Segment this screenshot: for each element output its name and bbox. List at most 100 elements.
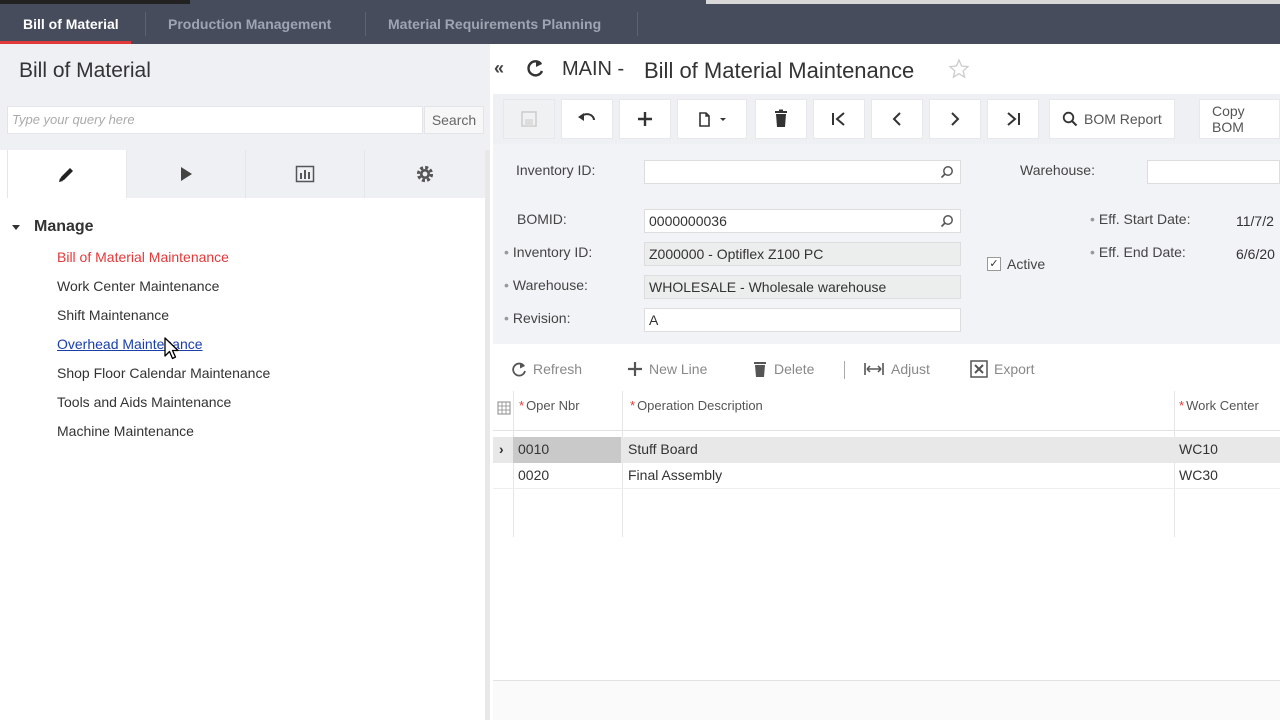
link-bill-of-material-maintenance[interactable]: Bill of Material Maintenance (57, 249, 229, 265)
clipboard-icon (699, 112, 726, 127)
save-button[interactable] (503, 99, 555, 139)
grid-toolbar: Refresh New Line Delete Adjust Export (493, 349, 1280, 389)
new-line-button[interactable]: New Line (627, 349, 707, 389)
tab-production-management[interactable]: Production Management (168, 4, 331, 44)
column-header-work-center[interactable]: * Work Center (1179, 398, 1259, 413)
tab-configuration[interactable] (364, 150, 485, 198)
column-header-oper-nbr[interactable]: * Oper Nbr (519, 398, 580, 413)
tab-label: Material Requirements Planning (388, 16, 602, 32)
column-header-label: Oper Nbr (526, 398, 580, 413)
tab-data-entry[interactable] (7, 150, 126, 198)
last-icon (1007, 112, 1020, 126)
inventory-id-filter-field[interactable] (644, 160, 961, 184)
eff-start-date-value[interactable]: 11/7/2 (1236, 213, 1274, 229)
section-label: Manage (34, 218, 94, 235)
eff-start-date-label-text: Eff. Start Date: (1098, 211, 1191, 227)
link-machine-maintenance[interactable]: Machine Maintenance (57, 423, 194, 439)
workspace-category-tabs (7, 150, 485, 198)
active-checkbox[interactable]: ✓ (987, 257, 1001, 271)
bomid-value: 0000000036 (649, 213, 727, 229)
form-toolbar: BOM Report Copy BOM (493, 94, 1280, 144)
inventory-id-filter-label: Inventory ID: (516, 162, 596, 178)
copy-bom-button[interactable]: Copy BOM (1199, 99, 1280, 139)
export-label: Export (994, 361, 1035, 377)
table-row[interactable]: › 0010 Stuff Board WC10 (493, 437, 1280, 463)
search-button[interactable]: Search (424, 106, 484, 134)
search-input[interactable]: Type your query here (7, 106, 423, 134)
export-button[interactable]: Export (970, 349, 1034, 389)
next-record-button[interactable] (929, 99, 981, 139)
section-manage[interactable]: Manage (12, 218, 94, 236)
link-work-center-maintenance[interactable]: Work Center Maintenance (57, 278, 219, 294)
trash-icon (775, 109, 787, 127)
grid-settings-icon[interactable] (497, 401, 511, 415)
undo-button[interactable] (561, 99, 613, 139)
warehouse-filter-field[interactable] (1147, 160, 1280, 184)
link-shop-floor-calendar-maintenance[interactable]: Shop Floor Calendar Maintenance (57, 365, 270, 381)
warehouse-filter-label: Warehouse: (1020, 162, 1095, 178)
cell-operation-description[interactable]: Final Assembly (628, 467, 722, 483)
grid-refresh-button[interactable]: Refresh (511, 349, 582, 389)
gear-icon (416, 165, 434, 183)
tab-inquiries[interactable] (245, 150, 364, 198)
inventory-id-label: • Inventory ID: (504, 244, 593, 260)
play-icon (181, 167, 192, 181)
revision-field[interactable]: A (644, 308, 961, 332)
eff-end-date-value[interactable]: 6/6/20 (1236, 246, 1275, 262)
left-navigation-panel: Bill of Material Type your query here Se… (0, 44, 490, 720)
inventory-id-label-text: Inventory ID: (512, 244, 593, 260)
tab-material-requirements-planning[interactable]: Material Requirements Planning (388, 4, 601, 44)
link-overhead-maintenance[interactable]: Overhead Maintenance (57, 336, 203, 352)
delete-button[interactable] (755, 99, 807, 139)
tab-processes[interactable] (126, 150, 245, 198)
column-header-label: Operation Description (637, 398, 763, 413)
copy-paste-button[interactable] (677, 99, 747, 139)
table-row[interactable]: 0020 Final Assembly WC30 (493, 463, 1280, 489)
previous-record-button[interactable] (871, 99, 923, 139)
copy-bom-label: Copy BOM (1212, 103, 1245, 135)
eff-start-date-label: • Eff. Start Date: (1090, 211, 1191, 227)
undo-icon (578, 113, 595, 121)
site-map-selector[interactable]: MAIN - (562, 58, 624, 81)
column-header-label: Work Center (1186, 398, 1259, 413)
bom-report-button[interactable]: BOM Report (1049, 99, 1175, 139)
bom-report-label: BOM Report (1084, 111, 1162, 127)
grid-delete-label: Delete (774, 361, 815, 377)
chart-icon (295, 165, 315, 183)
grid-delete-button[interactable]: Delete (752, 349, 814, 389)
refresh-icon[interactable] (525, 58, 545, 80)
bomid-field[interactable]: 0000000036 (644, 209, 961, 233)
warehouse-field: WHOLESALE - Wholesale warehouse (644, 275, 961, 299)
grid-pager (493, 680, 1280, 720)
plus-icon (638, 112, 652, 126)
tab-bill-of-material[interactable]: Bill of Material (0, 4, 131, 44)
revision-label: • Revision: (504, 310, 571, 326)
cell-operation-description[interactable]: Stuff Board (628, 441, 698, 457)
link-shift-maintenance[interactable]: Shift Maintenance (57, 307, 169, 323)
first-record-button[interactable] (813, 99, 865, 139)
toolbar-divider (844, 361, 845, 379)
pencil-icon (59, 168, 73, 182)
cell-work-center[interactable]: WC10 (1179, 441, 1218, 457)
link-tools-and-aids-maintenance[interactable]: Tools and Aids Maintenance (57, 394, 231, 410)
warehouse-label: • Warehouse: (504, 277, 588, 293)
eff-end-date-label: • Eff. End Date: (1090, 244, 1186, 260)
cell-oper-nbr[interactable]: 0020 (518, 467, 549, 483)
module-tabs-bar: Bill of Material Production Management M… (0, 0, 1280, 44)
new-line-label: New Line (649, 361, 708, 377)
adjust-button[interactable]: Adjust (863, 349, 930, 389)
revision-label-text: Revision: (512, 310, 571, 326)
add-button[interactable] (619, 99, 671, 139)
collapse-panel-icon[interactable]: « (494, 58, 504, 79)
cell-oper-nbr[interactable]: 0010 (518, 441, 549, 457)
favorite-star-icon[interactable] (948, 58, 970, 80)
lookup-icon[interactable] (940, 214, 954, 228)
bomid-label: BOMID: (517, 211, 567, 227)
adjust-label: Adjust (891, 361, 930, 377)
lookup-icon[interactable] (940, 165, 954, 179)
cell-work-center[interactable]: WC30 (1179, 467, 1218, 483)
last-record-button[interactable] (987, 99, 1039, 139)
save-icon (521, 111, 537, 127)
column-header-operation-description[interactable]: * Operation Description (630, 398, 763, 413)
search-icon (1062, 111, 1078, 127)
